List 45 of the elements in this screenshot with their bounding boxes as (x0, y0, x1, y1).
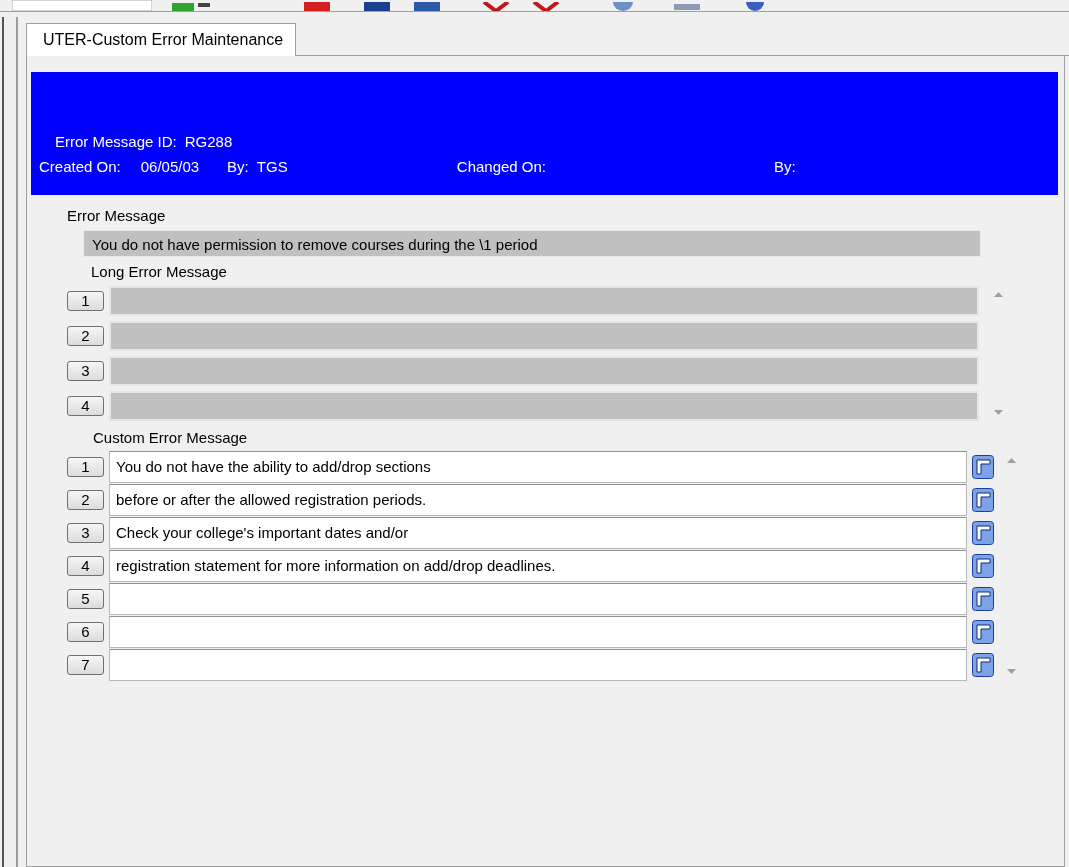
long-message-field[interactable] (109, 321, 979, 351)
long-message-field[interactable] (109, 356, 979, 386)
custom-message-field[interactable]: Check your college's important dates and/or (109, 517, 967, 549)
line-number-button[interactable]: 4 (67, 396, 104, 416)
line-number-button[interactable]: 4 (67, 556, 104, 576)
long-message-field[interactable] (109, 391, 979, 421)
custom-message-field[interactable] (109, 649, 967, 681)
line-number-button[interactable]: 6 (67, 622, 104, 642)
grid-icon[interactable] (674, 4, 700, 11)
tab[interactable]: UTER-Custom Error Maintenance (26, 23, 297, 56)
custom-message-field[interactable] (109, 583, 967, 615)
line-number-button[interactable]: 3 (67, 523, 104, 543)
editor-icon[interactable] (972, 653, 994, 677)
custom-message-field[interactable] (109, 616, 967, 648)
id-label: Error Message ID: (55, 133, 177, 150)
custom-message-field[interactable]: You do not have the ability to add/drop sections (109, 451, 967, 483)
line-number-button[interactable]: 7 (67, 655, 104, 675)
created-value: 06/05/03 (140, 158, 200, 175)
editor-icon[interactable] (972, 587, 994, 611)
line-number-button[interactable]: 3 (67, 361, 104, 381)
error-message-field[interactable]: You do not have permission to remove courses during the \1 period (83, 230, 981, 257)
custom-message-field[interactable]: registration statement for more information on add/drop deadlines. (109, 550, 967, 582)
created-by-label: By: (227, 158, 249, 175)
editor-icon[interactable] (972, 455, 994, 479)
line-number-button[interactable]: 5 (67, 589, 104, 609)
editor-icon[interactable] (972, 521, 994, 545)
editor-icon[interactable] (972, 488, 994, 512)
editor-icon[interactable] (972, 620, 994, 644)
go-icon[interactable] (172, 3, 212, 11)
line-number-button[interactable]: 2 (67, 326, 104, 346)
section-label: Long Error Message (90, 263, 227, 280)
line-number-button[interactable]: 2 (67, 490, 104, 510)
line-number-button[interactable]: 1 (67, 291, 104, 311)
custom-message-field[interactable]: before or after the allowed registration periods. (109, 484, 967, 516)
created-label: Created On: (39, 158, 121, 175)
line-number-button[interactable]: 1 (67, 457, 104, 477)
created-by-value: TGS (256, 158, 289, 175)
editor-icon[interactable] (972, 554, 994, 578)
long-message-field[interactable] (109, 286, 979, 316)
section-label: Error Message (66, 207, 166, 224)
changed-label: Changed On: (456, 158, 547, 175)
section-label: Custom Error Message (92, 429, 248, 446)
id-value: RG288 (184, 133, 233, 150)
input-field[interactable] (12, 0, 152, 11)
changed-by-label: By: (774, 158, 796, 175)
